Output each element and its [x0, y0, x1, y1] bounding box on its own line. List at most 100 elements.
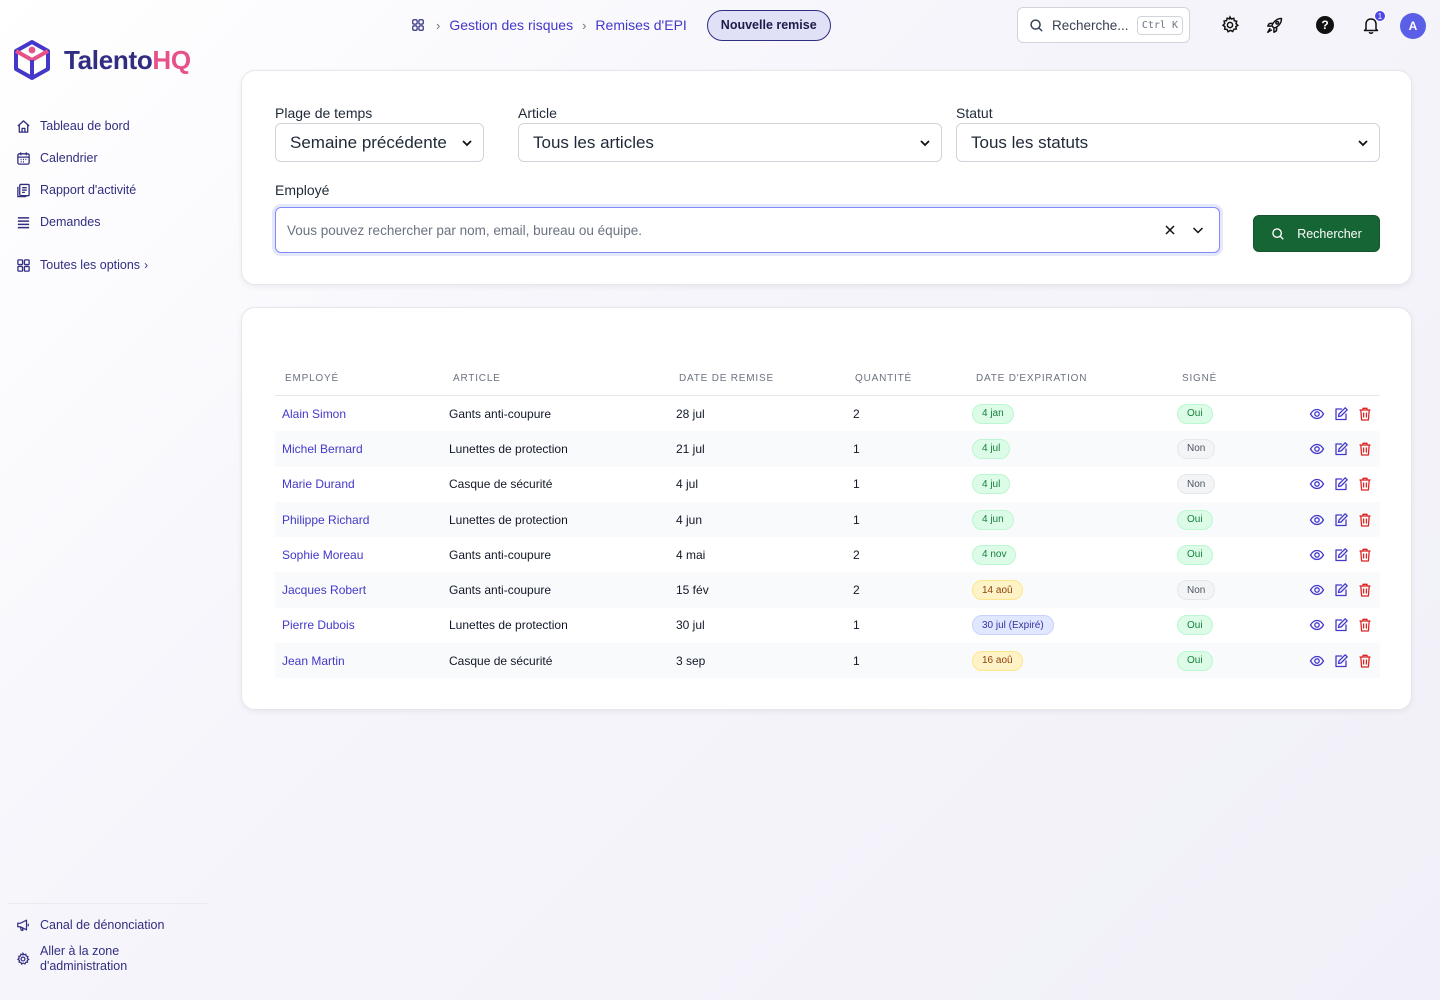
status-select[interactable]: Tous les statuts: [956, 123, 1380, 162]
cell-signed: Non: [1177, 474, 1297, 495]
cell-signed: Non: [1177, 580, 1297, 601]
table-row[interactable]: Marie Durand Casque de sécurité 4 jul 1 4 ju…: [275, 467, 1380, 502]
table-body: Alain Simon Gants anti-coupure 28 jul 2 4 ja…: [275, 396, 1380, 679]
cell-handover-date: 4 jun: [676, 512, 703, 527]
column-header-signed[interactable]: SIGNÉ: [1177, 373, 1297, 384]
cell-article: Gants anti-coupure: [449, 406, 552, 421]
time-range-select[interactable]: Semaine précédente: [275, 123, 484, 162]
sidebar-item-requests[interactable]: Demandes: [16, 206, 148, 238]
cell-signed: Oui: [1177, 544, 1297, 565]
employee-link[interactable]: Jacques Robert: [282, 583, 366, 597]
expiry-badge: 4 nov: [972, 544, 1017, 565]
trash-icon[interactable]: [1357, 653, 1373, 669]
avatar[interactable]: A: [1400, 13, 1426, 39]
table-row[interactable]: Philippe Richard Lunettes de protection 4 …: [275, 501, 1380, 538]
trash-icon[interactable]: [1357, 582, 1373, 598]
trash-icon[interactable]: [1357, 617, 1373, 633]
eye-icon[interactable]: [1309, 653, 1325, 669]
edit-icon[interactable]: [1333, 441, 1349, 457]
breadcrumb-item-risk-management[interactable]: Gestion des risques: [449, 17, 573, 33]
search-button[interactable]: Rechercher: [1253, 215, 1380, 252]
eye-icon[interactable]: [1309, 512, 1325, 528]
edit-icon[interactable]: [1333, 547, 1349, 563]
article-label: Article: [518, 105, 557, 121]
signed-badge: Non: [1177, 438, 1216, 459]
column-header-article[interactable]: ARTICLE: [449, 373, 676, 384]
notification-count-badge: 1: [1374, 10, 1386, 22]
megaphone-icon: [17, 919, 29, 931]
cell-actions: [1297, 617, 1380, 633]
sidebar-item-dashboard[interactable]: Tableau de bord: [16, 110, 148, 142]
cell-actions: [1297, 406, 1380, 422]
trash-icon[interactable]: [1357, 441, 1373, 457]
edit-icon[interactable]: [1333, 617, 1349, 633]
eye-icon[interactable]: [1309, 476, 1325, 492]
apps-grid-icon[interactable]: [411, 18, 425, 32]
sidebar-item-activity-report[interactable]: Rapport d'activité: [16, 174, 148, 206]
new-handover-button[interactable]: Nouvelle remise: [706, 9, 831, 41]
sidebar-item-admin[interactable]: Aller à la zone d'administration: [16, 944, 164, 974]
notifications-button[interactable]: 1: [1360, 10, 1386, 36]
eye-icon[interactable]: [1309, 441, 1325, 457]
cell-expiry-date: 14 aoû: [972, 580, 1177, 601]
column-header-employee[interactable]: EMPLOYÉ: [275, 373, 449, 384]
sidebar-item-calendar[interactable]: Calendrier: [16, 142, 148, 174]
status-value: Tous les statuts: [971, 132, 1089, 152]
sidebar-item-all-options[interactable]: Toutes les options ›: [16, 249, 148, 281]
chevron-down-icon[interactable]: [1191, 223, 1205, 237]
employee-link[interactable]: Marie Durand: [282, 477, 355, 491]
chevron-down-icon: [462, 140, 472, 147]
article-select[interactable]: Tous les articles: [518, 123, 942, 162]
employee-link[interactable]: Jean Martin: [282, 654, 345, 668]
edit-icon[interactable]: [1333, 512, 1349, 528]
edit-icon[interactable]: [1333, 476, 1349, 492]
sidebar-item-whistleblow[interactable]: Canal de dénonciation: [16, 918, 164, 932]
edit-icon[interactable]: [1333, 582, 1349, 598]
sidebar-nav: Tableau de bord Calendrier Rapport d'act…: [16, 110, 148, 281]
whats-new-button[interactable]: [1264, 14, 1286, 36]
clear-icon[interactable]: [1163, 223, 1177, 237]
column-header-expiry-date[interactable]: DATE D'EXPIRATION: [972, 373, 1177, 384]
eye-icon[interactable]: [1309, 582, 1325, 598]
eye-icon[interactable]: [1309, 617, 1325, 633]
sidebar-item-label: Aller à la zone d'administration: [40, 944, 128, 973]
expiry-badge: 4 jan: [972, 403, 1014, 424]
table-row[interactable]: Alain Simon Gants anti-coupure 28 jul 2 4 ja…: [275, 396, 1380, 431]
global-search-input[interactable]: Recherche... Ctrl K: [1017, 7, 1190, 43]
cell-expiry-date: 4 jan: [972, 403, 1177, 424]
eye-icon[interactable]: [1309, 547, 1325, 563]
cell-signed: Non: [1177, 438, 1297, 459]
list-icon: [17, 216, 30, 228]
table-row[interactable]: Michel Bernard Lunettes de protection 21 j…: [275, 431, 1380, 467]
column-header-quantity[interactable]: QUANTITÉ: [853, 373, 972, 384]
employee-link[interactable]: Philippe Richard: [282, 513, 369, 527]
employee-link[interactable]: Alain Simon: [282, 407, 346, 421]
edit-icon[interactable]: [1333, 406, 1349, 422]
employee-link[interactable]: Pierre Dubois: [282, 618, 355, 632]
table-row[interactable]: Jean Martin Casque de sécurité 3 sep 1 16 ao…: [275, 643, 1380, 679]
sidebar-item-label: Toutes les options: [40, 258, 141, 272]
sidebar-item-label: Demandes: [40, 215, 101, 229]
breadcrumb-separator-icon: ›: [436, 17, 441, 33]
eye-icon[interactable]: [1309, 406, 1325, 422]
employee-link[interactable]: Michel Bernard: [282, 442, 363, 456]
trash-icon[interactable]: [1357, 406, 1373, 422]
breadcrumb-item-ppe-handovers[interactable]: Remises d'EPI: [595, 17, 686, 33]
time-range-value: Semaine précédente: [290, 132, 447, 152]
sidebar-item-label: Calendrier: [40, 151, 98, 165]
employee-search-field[interactable]: Vous pouvez rechercher par nom, email, b…: [275, 207, 1220, 253]
table-row[interactable]: Jacques Robert Gants anti-coupure 15 fév 2 1…: [275, 572, 1380, 608]
trash-icon[interactable]: [1357, 476, 1373, 492]
table-row[interactable]: Sophie Moreau Gants anti-coupure 4 mai 2 4 n…: [275, 537, 1380, 572]
settings-button[interactable]: [1219, 14, 1241, 36]
cell-quantity: 1: [853, 477, 860, 492]
logo[interactable]: TalentoHQ: [12, 38, 191, 82]
column-header-handover-date[interactable]: DATE DE REMISE: [676, 373, 853, 384]
help-button[interactable]: ?: [1314, 14, 1336, 36]
employee-link[interactable]: Sophie Moreau: [282, 548, 363, 562]
edit-icon[interactable]: [1333, 653, 1349, 669]
table-row[interactable]: Pierre Dubois Lunettes de protection 30 ju…: [275, 608, 1380, 643]
trash-icon[interactable]: [1357, 512, 1373, 528]
logo-cube-icon: [14, 40, 50, 80]
trash-icon[interactable]: [1357, 547, 1373, 563]
